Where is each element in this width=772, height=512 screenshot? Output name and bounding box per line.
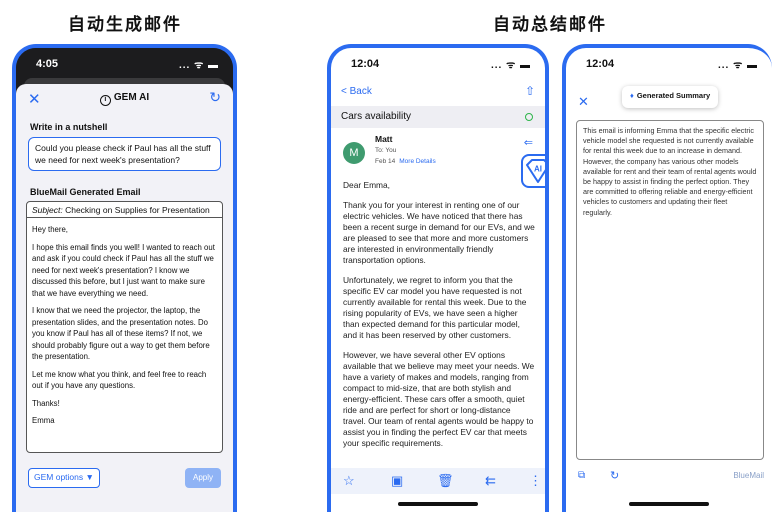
phone-email-view: 12:04 ... ᯤ ▬ < Back ⇧ Cars availability… xyxy=(327,44,549,512)
status-icons: ... ᯤ ▬ xyxy=(490,60,531,71)
avatar: M xyxy=(343,142,365,164)
email-paragraph: Dear Emma, xyxy=(343,180,391,190)
apply-button[interactable]: Apply xyxy=(185,468,221,488)
home-indicator xyxy=(398,502,478,506)
ai-label: AI xyxy=(534,165,542,174)
copy-icon[interactable]: ⧉ xyxy=(578,470,585,481)
email-body-paragraph: Let me know what you think, and feel fre… xyxy=(32,369,207,391)
status-dot-icon xyxy=(525,113,533,121)
nutshell-input[interactable]: Could you please check if Paul has all t… xyxy=(28,137,221,171)
nutshell-label: Write in a nutshell xyxy=(30,122,108,132)
phone-generate-email: 4:05 ... ᯤ ▬ ✕ i GEM AI ↻ Write in a nuts… xyxy=(12,44,237,512)
recipient: To: You xyxy=(375,147,397,154)
more-details-link[interactable]: More Details xyxy=(399,158,435,165)
status-icons: ... ᯤ ▬ xyxy=(717,60,758,71)
subject-text: Checking on Supplies for Presentation xyxy=(62,205,210,215)
status-bar: 12:04 ... ᯤ ▬ xyxy=(566,48,772,78)
info-icon[interactable]: i xyxy=(99,95,111,106)
email-body-paragraph: I hope this email finds you well! I want… xyxy=(32,242,215,298)
gem-options-button[interactable]: GEM options ▼ xyxy=(28,468,100,488)
summary-text: This email is informing Emma that the sp… xyxy=(576,120,764,460)
sheet-title: i GEM AI xyxy=(16,92,233,106)
email-body-paragraph: Emma xyxy=(32,416,55,425)
sender-name: Matt xyxy=(375,134,393,144)
section-title-auto-generate: 自动生成邮件 xyxy=(68,15,182,35)
email-body: Dear Emma, Thank you for your interest i… xyxy=(343,180,535,458)
email-subject: Cars availability xyxy=(341,111,412,122)
bluemail-brand: BlueMail xyxy=(733,471,764,480)
generated-subject: Subject: Checking on Supplies for Presen… xyxy=(27,202,222,218)
email-subject-bar: Cars availability xyxy=(331,106,545,128)
share-icon[interactable]: ⇧ xyxy=(525,84,535,98)
generated-email-box[interactable]: Subject: Checking on Supplies for Presen… xyxy=(26,201,223,453)
summary-pill-label: Generated Summary xyxy=(636,91,711,100)
reply-icon[interactable]: ⇐ xyxy=(524,136,533,149)
gem-ai-sheet: ✕ i GEM AI ↻ Write in a nutshell Could yo… xyxy=(16,84,233,512)
status-time: 12:04 xyxy=(351,58,380,70)
email-date: Feb 14 xyxy=(375,158,396,165)
status-bar: 4:05 ... ᯤ ▬ xyxy=(16,48,233,78)
more-icon[interactable]: ⋮ xyxy=(529,473,542,489)
status-icons: ... ᯤ ▬ xyxy=(178,60,219,71)
section-title-auto-summarize: 自动总结邮件 xyxy=(493,15,607,35)
summary-actions: ⧉ ↻ BlueMail xyxy=(576,470,764,486)
email-paragraph: Thank you for your interest in renting o… xyxy=(343,200,535,265)
status-bar: 12:04 ... ᯤ ▬ xyxy=(331,48,545,78)
status-time: 4:05 xyxy=(36,58,59,70)
archive-icon[interactable]: ▣ xyxy=(391,473,403,489)
sheet-title-text: GEM AI xyxy=(113,92,150,103)
reply-all-icon[interactable]: ⇇ xyxy=(485,473,496,489)
subject-prefix: Subject: xyxy=(32,205,63,215)
sheet-actions: GEM options ▼ Apply xyxy=(28,468,221,490)
email-paragraph: Unfortunately, we regret to inform you t… xyxy=(343,275,527,340)
trash-icon[interactable]: 🗑 xyxy=(437,473,454,489)
sheet-header: ✕ i GEM AI ↻ xyxy=(16,84,233,112)
back-button[interactable]: < Back xyxy=(341,86,372,97)
email-body-paragraph: Thanks! xyxy=(32,398,60,408)
sender-header: M Matt To: You Feb 14 More Details ⇐ xyxy=(341,134,535,174)
gem-icon: ♦ xyxy=(630,91,634,100)
email-body-paragraph: Hey there, xyxy=(32,225,68,234)
email-date-row: Feb 14 More Details xyxy=(375,158,436,165)
email-toolbar: ☆ ▣ 🗑 ⇇ ⋮ xyxy=(331,468,545,494)
generated-email-label: BlueMail Generated Email xyxy=(30,187,141,197)
nav-bar: < Back ⇧ xyxy=(331,84,545,104)
phone-summary: 12:04 ... ᯤ ▬ ♦ Generated Summary ✕ This … xyxy=(562,44,772,512)
generated-summary-pill: ♦ Generated Summary xyxy=(622,86,719,108)
status-time: 12:04 xyxy=(586,58,615,70)
star-icon[interactable]: ☆ xyxy=(343,473,355,489)
refresh-icon[interactable]: ↻ xyxy=(209,89,221,106)
email-body-paragraph: I know that we need the projector, the l… xyxy=(32,306,210,361)
refresh-icon[interactable]: ↻ xyxy=(610,469,619,482)
close-icon[interactable]: ✕ xyxy=(578,94,589,110)
email-paragraph: However, we have several other EV option… xyxy=(343,350,535,448)
home-indicator xyxy=(629,502,709,506)
page: 自动生成邮件 自动总结邮件 4:05 ... ᯤ ▬ ✕ i GEM AI ↻ W… xyxy=(0,0,772,512)
